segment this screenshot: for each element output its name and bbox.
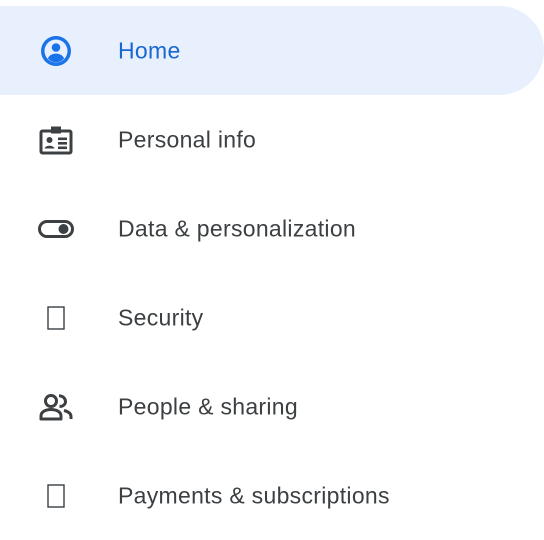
sidebar-item-label: People & sharing bbox=[118, 393, 298, 419]
sidebar-nav: Home Personal info Data & personalizatio… bbox=[0, 6, 544, 540]
toggle-icon bbox=[34, 207, 78, 251]
sidebar-item-personal-info[interactable]: Personal info bbox=[0, 95, 544, 184]
id-card-icon bbox=[34, 118, 78, 162]
sidebar-item-people-sharing[interactable]: People & sharing bbox=[0, 362, 544, 451]
sidebar-item-security[interactable]: Security bbox=[0, 273, 544, 362]
sidebar-item-label: Payments & subscriptions bbox=[118, 482, 390, 508]
missing-image-icon bbox=[34, 474, 78, 518]
people-icon bbox=[34, 385, 78, 429]
sidebar-item-label: Personal info bbox=[118, 126, 257, 152]
sidebar-item-label: Data & personalization bbox=[118, 215, 357, 241]
missing-image-icon bbox=[34, 296, 78, 340]
account-circle-icon bbox=[34, 29, 78, 73]
sidebar-item-home[interactable]: Home bbox=[0, 6, 544, 95]
sidebar-item-payments-subscriptions[interactable]: Payments & subscriptions bbox=[0, 451, 544, 540]
sidebar-item-label: Home bbox=[118, 37, 181, 63]
sidebar-item-data-personalization[interactable]: Data & personalization bbox=[0, 184, 544, 273]
sidebar-item-label: Security bbox=[118, 304, 204, 330]
